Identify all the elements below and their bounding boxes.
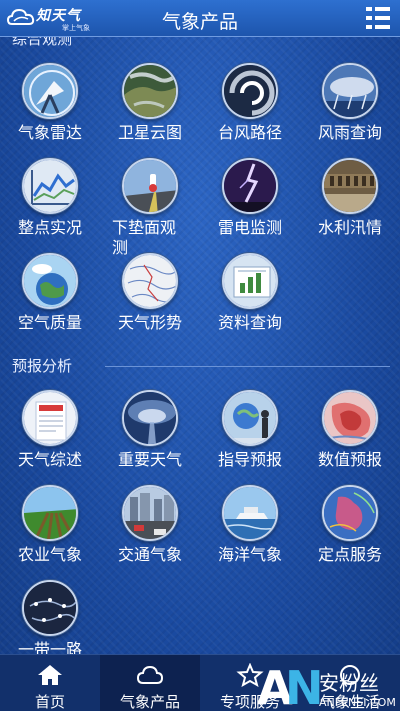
item-label: 雷电监测 <box>217 218 282 237</box>
watermark-cn: 安粉丝 <box>319 671 379 695</box>
item-traffic[interactable]: 交通气象 <box>100 485 200 565</box>
section-divider <box>105 366 390 367</box>
item-label: 整点实况 <box>17 218 82 237</box>
lightning-icon <box>222 158 278 214</box>
watermark-url: ANFENSI.COM <box>319 696 396 709</box>
item-weather-summary[interactable]: 天气综述 <box>0 390 100 470</box>
flood-icon <box>322 158 378 214</box>
item-label: 空气质量 <box>17 313 82 332</box>
item-hourly[interactable]: 整点实况 <box>0 158 100 238</box>
tab-label: 气象产品 <box>119 693 180 711</box>
item-radar[interactable]: 气象雷达 <box>0 63 100 143</box>
item-wind-rain[interactable]: 风雨查询 <box>300 63 400 143</box>
item-typhoon[interactable]: 台风路径 <box>200 63 300 143</box>
cloud-icon <box>136 665 164 684</box>
fixed-point-icon <box>322 485 378 541</box>
item-label: 天气形势 <box>117 313 182 332</box>
severe-weather-icon <box>122 390 178 446</box>
item-label: 交通气象 <box>117 545 182 564</box>
section-title-forecast: 预报分析 <box>12 357 73 375</box>
item-label: 数值预报 <box>317 450 382 469</box>
item-label: 水利汛情 <box>317 218 382 237</box>
agriculture-icon <box>22 485 78 541</box>
item-severe-weather[interactable]: 重要天气 <box>100 390 200 470</box>
typhoon-icon <box>222 63 278 119</box>
weather-map-icon <box>122 253 178 309</box>
item-label: 风雨查询 <box>317 123 382 142</box>
hourly-chart-icon <box>22 158 78 214</box>
item-guidance-forecast[interactable]: 指导预报 <box>200 390 300 470</box>
surface-observation-icon <box>122 158 178 214</box>
tab-label: 首页 <box>34 693 65 711</box>
item-numerical-forecast[interactable]: 数值预报 <box>300 390 400 470</box>
ocean-icon <box>222 485 278 541</box>
item-label: 资料查询 <box>217 313 282 332</box>
belt-road-icon <box>22 580 78 636</box>
grid-menu-icon[interactable] <box>366 7 390 29</box>
item-weather-map[interactable]: 天气形势 <box>100 253 200 333</box>
item-ocean[interactable]: 海洋气象 <box>200 485 300 565</box>
item-air-quality[interactable]: 空气质量 <box>0 253 100 333</box>
item-label: 海洋气象 <box>217 545 282 564</box>
home-icon <box>38 665 62 685</box>
weather-summary-icon <box>22 390 78 446</box>
tab-home[interactable]: 首页 <box>0 655 100 711</box>
item-label: 台风路径 <box>217 123 282 142</box>
traffic-icon <box>122 485 178 541</box>
item-data-query[interactable]: 资料查询 <box>200 253 300 333</box>
item-label: 气象雷达 <box>17 123 82 142</box>
item-agriculture[interactable]: 农业气象 <box>0 485 100 565</box>
app-header: 知天气 掌上气象 气象产品 <box>0 0 400 37</box>
item-satellite[interactable]: 卫星云图 <box>100 63 200 143</box>
item-label: 下垫面观测 <box>112 218 177 257</box>
item-label: 定点服务 <box>317 545 382 564</box>
item-label: 天气综述 <box>17 450 82 469</box>
air-quality-icon <box>22 253 78 309</box>
item-label: 卫星云图 <box>117 123 182 142</box>
page-title: 气象产品 <box>161 11 238 33</box>
svg-text:N: N <box>285 661 324 711</box>
item-label: 指导预报 <box>217 450 282 469</box>
watermark-logo: A N 安粉丝 ANFENSI.COM <box>255 654 400 711</box>
tab-weather-products[interactable]: 气象产品 <box>100 655 200 711</box>
wind-rain-icon <box>322 63 378 119</box>
data-query-icon <box>222 253 278 309</box>
item-surface-observation[interactable]: 下垫面观测 <box>100 158 200 258</box>
item-label: 重要天气 <box>117 450 182 469</box>
guidance-forecast-icon <box>222 390 278 446</box>
satellite-icon <box>122 63 178 119</box>
radar-icon <box>22 63 78 119</box>
item-label: 农业气象 <box>17 545 82 564</box>
item-lightning[interactable]: 雷电监测 <box>200 158 300 238</box>
item-belt-road[interactable]: 一带一路 <box>0 580 100 660</box>
numerical-forecast-icon <box>322 390 378 446</box>
item-fixed-point[interactable]: 定点服务 <box>300 485 400 565</box>
item-flood[interactable]: 水利汛情 <box>300 158 400 238</box>
